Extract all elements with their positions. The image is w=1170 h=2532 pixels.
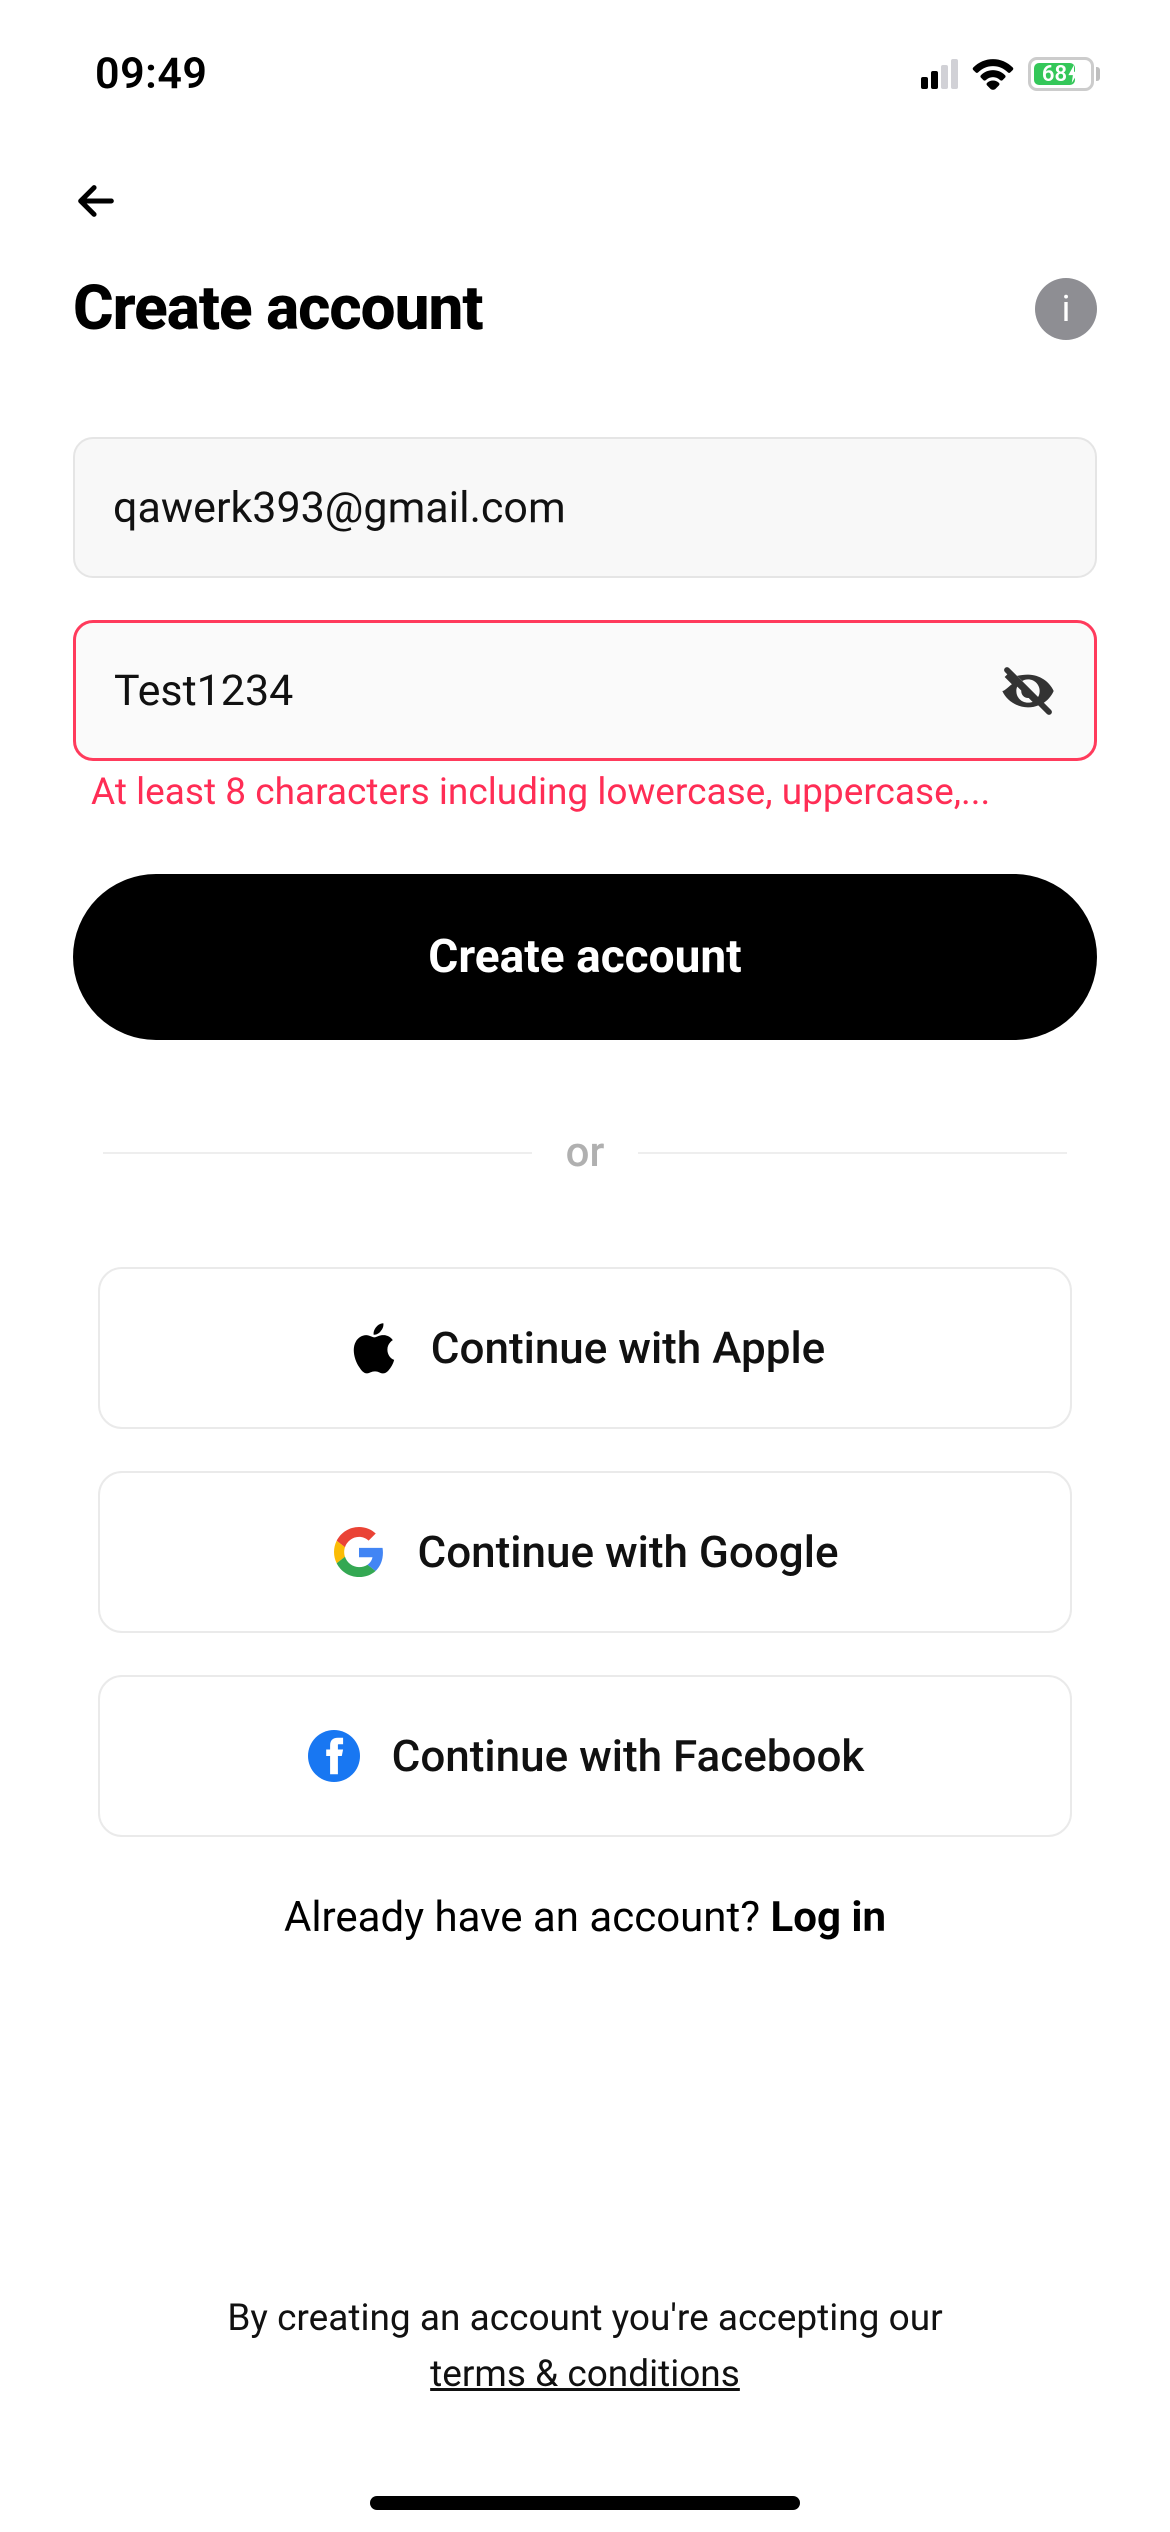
- battery-percent: 68: [1042, 62, 1067, 87]
- toggle-password-visibility-button[interactable]: [1000, 663, 1056, 719]
- apple-icon: [345, 1320, 401, 1376]
- google-button-label: Continue with Google: [417, 1526, 838, 1578]
- login-prompt-text: Already have an account?: [284, 1893, 771, 1942]
- status-indicators: 68: [921, 57, 1100, 91]
- continue-with-apple-button[interactable]: Continue with Apple: [98, 1267, 1072, 1429]
- email-value: qawerk393@gmail.com: [113, 483, 1057, 533]
- divider: or: [73, 1128, 1097, 1177]
- info-button[interactable]: i: [1035, 278, 1097, 340]
- create-account-label: Create account: [428, 930, 741, 984]
- status-time: 09:49: [95, 49, 207, 99]
- eye-off-icon: [1000, 663, 1056, 719]
- create-account-button[interactable]: Create account: [73, 874, 1097, 1040]
- google-icon: [331, 1524, 387, 1580]
- footer: By creating an account you're accepting …: [0, 2291, 1170, 2402]
- login-link[interactable]: Log in: [771, 1893, 887, 1942]
- divider-label: or: [566, 1128, 605, 1177]
- password-value: Test1234: [114, 666, 1000, 716]
- status-bar: 09:49 68: [0, 0, 1170, 110]
- home-indicator[interactable]: [370, 2496, 800, 2510]
- apple-button-label: Continue with Apple: [431, 1322, 825, 1374]
- footer-text: By creating an account you're accepting …: [227, 2297, 942, 2340]
- arrow-left-icon: [73, 178, 119, 224]
- cellular-icon: [921, 59, 958, 89]
- info-icon: i: [1062, 288, 1071, 330]
- facebook-icon: [306, 1728, 362, 1784]
- continue-with-google-button[interactable]: Continue with Google: [98, 1471, 1072, 1633]
- continue-with-facebook-button[interactable]: Continue with Facebook: [98, 1675, 1072, 1837]
- password-field[interactable]: Test1234: [73, 620, 1097, 761]
- page-title: Create account: [73, 272, 483, 345]
- wifi-icon: [972, 58, 1014, 90]
- login-prompt: Already have an account? Log in: [73, 1893, 1097, 1942]
- terms-and-conditions-link[interactable]: terms & conditions: [430, 2353, 740, 2396]
- email-field[interactable]: qawerk393@gmail.com: [73, 437, 1097, 578]
- battery-icon: 68: [1028, 57, 1100, 91]
- password-error-message: At least 8 characters including lowercas…: [73, 771, 1097, 814]
- facebook-button-label: Continue with Facebook: [392, 1730, 865, 1782]
- back-button[interactable]: [73, 176, 123, 226]
